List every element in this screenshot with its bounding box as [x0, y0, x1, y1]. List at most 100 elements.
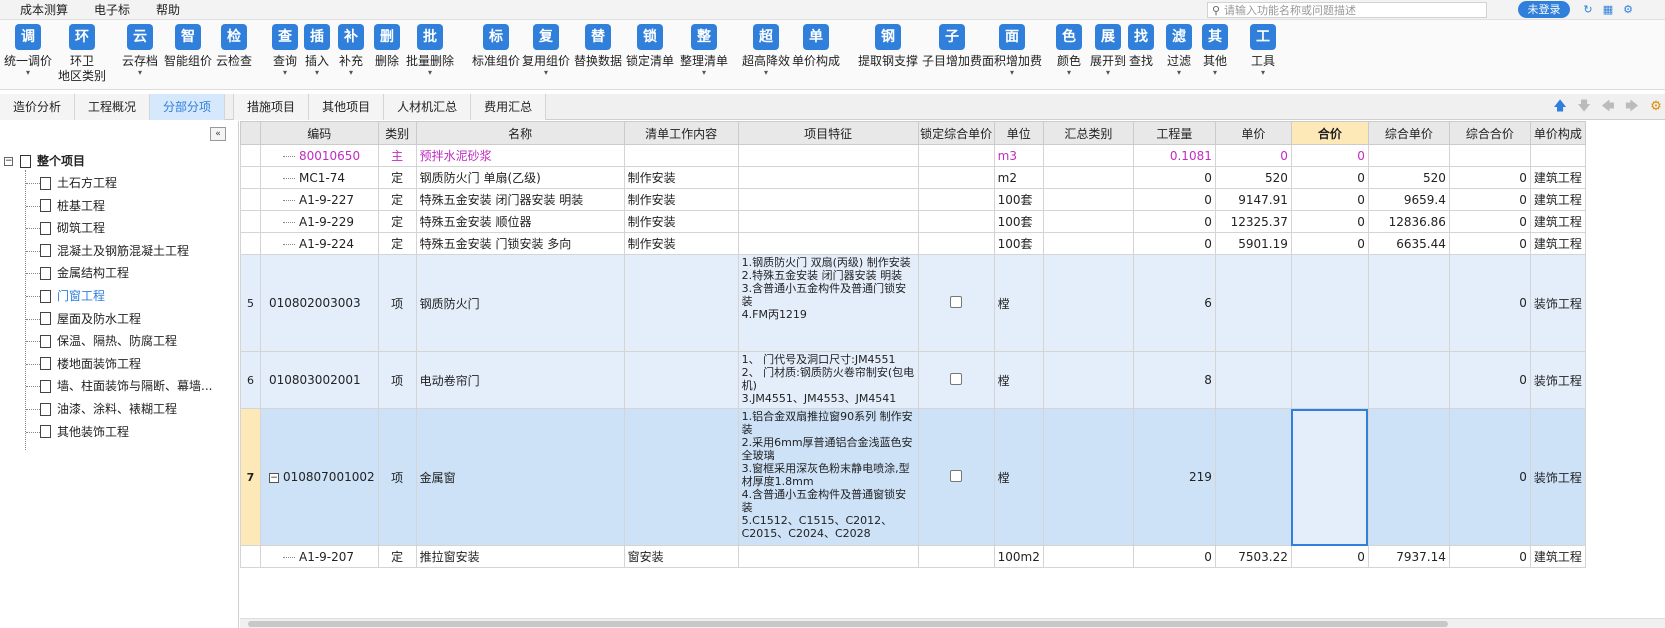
dropdown-arrow-icon[interactable]: ▾: [544, 69, 548, 77]
column-header-6[interactable]: 锁定综合单价: [917, 121, 995, 145]
cell-rn[interactable]: [240, 166, 261, 189]
dropdown-arrow-icon[interactable]: ▾: [428, 69, 432, 77]
tab-5[interactable]: 人材机汇总: [384, 94, 472, 120]
menu-item-2[interactable]: 帮助: [143, 0, 193, 20]
cell-uprice[interactable]: 7937.14: [1367, 545, 1450, 568]
cell-feature[interactable]: [737, 210, 919, 233]
table-row[interactable]: A1-9-224 定特殊五金安装 门锁安装 多向 制作安装 100套 0 5901.19 0…: [240, 232, 1586, 255]
cell-qty[interactable]: 0: [1132, 210, 1216, 233]
tree-item[interactable]: 金属结构工程: [40, 262, 129, 284]
tool-1[interactable]: 环环卫 地区类别: [58, 24, 106, 84]
cell-unit[interactable]: 100m2: [993, 545, 1044, 568]
column-header-9[interactable]: 工程量: [1132, 121, 1216, 145]
cell-total[interactable]: [1290, 254, 1369, 352]
tab-3[interactable]: 措施项目: [233, 94, 310, 120]
menu-item-1[interactable]: 电子标: [81, 0, 143, 20]
cell-unit[interactable]: m3: [993, 144, 1044, 167]
cell-qty[interactable]: 8: [1132, 351, 1216, 409]
tool-14[interactable]: 整整理清单 ▾: [680, 24, 728, 77]
move-right-icon[interactable]: 🡆: [1623, 98, 1641, 116]
cell-code[interactable]: 010802003003: [260, 254, 379, 352]
dropdown-arrow-icon[interactable]: ▾: [349, 69, 353, 77]
tree-item[interactable]: 门窗工程: [40, 285, 105, 307]
cell-total[interactable]: 0: [1290, 144, 1369, 167]
cell-price[interactable]: [1214, 351, 1292, 409]
cell-code[interactable]: A1-9-227: [260, 188, 379, 211]
cell-price[interactable]: 0: [1214, 144, 1292, 167]
cell-utotal[interactable]: 0: [1448, 408, 1531, 546]
cell-type[interactable]: 定: [377, 166, 417, 189]
dropdown-arrow-icon[interactable]: ▾: [283, 69, 287, 77]
cell-comp[interactable]: 建筑工程: [1529, 210, 1586, 233]
tree-root[interactable]: 整个项目: [20, 150, 85, 172]
column-header-5[interactable]: 项目特征: [737, 121, 919, 145]
lock-price-checkbox[interactable]: [950, 295, 963, 308]
cell-lock[interactable]: [917, 408, 995, 546]
tab-1[interactable]: 工程概况: [75, 94, 151, 120]
cell-qty[interactable]: 0: [1132, 188, 1216, 211]
tool-0[interactable]: 调统一调价 ▾: [4, 24, 52, 77]
table-row[interactable]: 80010650 主预拌水泥砂浆 m3 0.1081 0 0: [240, 144, 1586, 167]
cell-comp[interactable]: [1529, 144, 1586, 167]
refresh-icon[interactable]: ↻: [1580, 2, 1596, 18]
cell-lock[interactable]: [917, 188, 995, 211]
dropdown-arrow-icon[interactable]: ▾: [1213, 69, 1217, 77]
cell-name[interactable]: 特殊五金安装 闭门器安装 明装: [415, 188, 625, 211]
cell-work[interactable]: [623, 351, 739, 409]
column-header-12[interactable]: 综合单价: [1367, 121, 1450, 145]
cell-utotal[interactable]: 0: [1448, 545, 1531, 568]
cell-type[interactable]: 项: [377, 351, 417, 409]
column-header-11[interactable]: 合价: [1290, 121, 1369, 145]
cell-uprice[interactable]: [1367, 254, 1450, 352]
table-row[interactable]: A1-9-229 定特殊五金安装 顺位器 制作安装 100套 0 12325.37 0 128…: [240, 210, 1586, 233]
move-left-icon[interactable]: 🡄: [1599, 98, 1617, 116]
cell-name[interactable]: 特殊五金安装 顺位器: [415, 210, 625, 233]
lock-price-checkbox[interactable]: [950, 372, 963, 385]
tree-item[interactable]: 其他装饰工程: [40, 421, 129, 443]
cell-lock[interactable]: [917, 545, 995, 568]
cell-price[interactable]: 12325.37: [1214, 210, 1292, 233]
cell-comp[interactable]: 建筑工程: [1529, 188, 1586, 211]
cell-code[interactable]: 010803002001: [260, 351, 379, 409]
cell-feature[interactable]: [737, 144, 919, 167]
dropdown-arrow-icon[interactable]: ▾: [315, 69, 319, 77]
dropdown-arrow-icon[interactable]: ▾: [1067, 69, 1071, 77]
cell-code[interactable]: A1-9-229: [260, 210, 379, 233]
cell-name[interactable]: 特殊五金安装 门锁安装 多向: [415, 232, 625, 255]
cell-lock[interactable]: [917, 144, 995, 167]
cell-total[interactable]: 0: [1290, 188, 1369, 211]
tool-25[interactable]: 工工具 ▾: [1250, 24, 1276, 77]
menu-item-0[interactable]: 成本测算: [0, 0, 81, 20]
cell-total[interactable]: 0: [1290, 210, 1369, 233]
cell-unit[interactable]: 樘: [993, 351, 1044, 409]
cell-total[interactable]: [1290, 351, 1369, 409]
dropdown-arrow-icon[interactable]: ▾: [764, 69, 768, 77]
cell-type[interactable]: 定: [377, 545, 417, 568]
cell-price[interactable]: 5901.19: [1214, 232, 1292, 255]
table-row[interactable]: A1-9-227 定特殊五金安装 闭门器安装 明装 制作安装 100套 0 9147.91…: [240, 188, 1586, 211]
cell-utotal[interactable]: 0: [1448, 232, 1531, 255]
tool-24[interactable]: 其其他 ▾: [1202, 24, 1228, 77]
cell-rn[interactable]: [240, 210, 261, 233]
tool-23[interactable]: 滤过滤 ▾: [1166, 24, 1192, 77]
cell-uprice[interactable]: [1367, 408, 1450, 546]
cell-utotal[interactable]: 0: [1448, 166, 1531, 189]
cell-work[interactable]: [623, 144, 739, 167]
cell-work[interactable]: 制作安装: [623, 166, 739, 189]
cell-lock[interactable]: [917, 166, 995, 189]
dropdown-arrow-icon[interactable]: ▾: [1106, 69, 1110, 77]
cell-total[interactable]: 0: [1290, 545, 1369, 568]
tool-7[interactable]: 补补充 ▾: [338, 24, 364, 77]
dropdown-arrow-icon[interactable]: ▾: [1177, 69, 1181, 77]
cell-sum[interactable]: [1042, 232, 1134, 255]
cell-price[interactable]: [1214, 408, 1292, 546]
cell-utotal[interactable]: 0: [1448, 188, 1531, 211]
tool-8[interactable]: 删删除: [374, 24, 400, 69]
cell-type[interactable]: 定: [377, 188, 417, 211]
cell-qty[interactable]: 6: [1132, 254, 1216, 352]
cell-utotal[interactable]: 0: [1448, 210, 1531, 233]
tool-21[interactable]: 展展开到 ▾: [1090, 24, 1126, 77]
move-up-icon[interactable]: 🡅: [1551, 98, 1569, 116]
column-header-3[interactable]: 名称: [415, 121, 625, 145]
tool-13[interactable]: 锁锁定清单: [626, 24, 674, 69]
